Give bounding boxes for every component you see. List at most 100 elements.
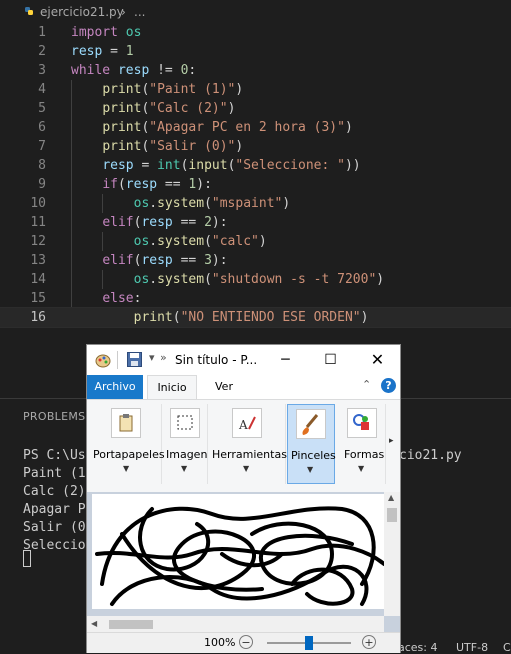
vertical-scrollbar[interactable]: ▲ — [384, 492, 400, 616]
tab-ver[interactable]: Ver — [215, 375, 233, 399]
drawing-canvas[interactable] — [92, 494, 384, 609]
code-token: : — [188, 63, 197, 78]
scrollbar-thumb[interactable] — [387, 508, 397, 522]
status-encoding[interactable]: UTF-8 — [456, 641, 488, 654]
code-line[interactable]: 9 if(resp == 1): — [0, 175, 511, 194]
group-portapapeles[interactable]: Portapapeles ▼ — [91, 404, 165, 484]
code-token: "shutdown -s -t 7200" — [211, 272, 377, 287]
code-line[interactable]: 16 print("NO ENTIENDO ESE ORDEN") — [0, 307, 511, 328]
code-token: os — [133, 196, 150, 211]
code-token: system — [157, 196, 205, 211]
code-text: print("Paint (1)") — [71, 80, 243, 99]
group-herramientas[interactable]: A Herramientas ▼ — [209, 404, 287, 484]
code-line[interactable]: 13 elif(resp == 3): — [0, 251, 511, 270]
code-token: os — [125, 25, 142, 40]
code-token: "Calc (2)" — [149, 101, 228, 116]
scrollbar-thumb[interactable] — [109, 620, 153, 629]
code-text: print("Calc (2)") — [71, 99, 235, 118]
scroll-left-icon[interactable]: ◀ — [91, 619, 97, 628]
code-token: print — [102, 139, 142, 154]
group-formas[interactable]: Formas ▼ — [339, 404, 386, 484]
code-token: . — [149, 196, 158, 211]
horizontal-scrollbar[interactable]: ◀ — [87, 616, 384, 632]
tab-problems[interactable]: PROBLEMS — [23, 410, 85, 423]
line-number: 12 — [30, 234, 46, 249]
breadcrumb-more[interactable]: ... — [134, 5, 145, 19]
code-token: resp — [71, 44, 103, 59]
code-line[interactable]: 1 import os — [0, 23, 511, 42]
code-token: "mspaint" — [211, 196, 283, 211]
code-text: import os — [71, 23, 141, 42]
line-number: 4 — [38, 82, 46, 97]
code-line[interactable]: 10 os.system("mspaint") — [0, 194, 511, 213]
code-line[interactable]: 6 print("Apagar PC en 2 hora (3)") — [0, 118, 511, 137]
zoom-slider-thumb[interactable] — [305, 636, 313, 650]
title-bar[interactable]: ▾ » Sin título - P... ─ ☐ ✕ — [87, 345, 400, 375]
code-text: resp = 1 — [71, 42, 134, 61]
code-line[interactable]: 11 elif(resp == 2): — [0, 213, 511, 232]
line-number: 16 — [30, 310, 46, 325]
code-line[interactable]: 8 resp = int(input("Seleccione: ")) — [0, 156, 511, 175]
code-text: print("Apagar PC en 2 hora (3)") — [71, 118, 352, 137]
code-line[interactable]: 14 os.system("shutdown -s -t 7200") — [0, 270, 511, 289]
terminal-line: PS C:\Use — [23, 448, 94, 463]
code-token: resp — [125, 177, 158, 192]
help-icon[interactable]: ? — [381, 378, 396, 393]
breadcrumb-file[interactable]: ejercicio21.py — [40, 5, 124, 19]
code-text: os.system("calc") — [71, 232, 267, 251]
maximize-button[interactable]: ☐ — [308, 345, 353, 375]
terminal-line: Apagar PC — [23, 502, 94, 517]
code-line[interactable]: 7 print("Salir (0)") — [0, 137, 511, 156]
code-token: "calc" — [211, 234, 259, 249]
line-number: 14 — [30, 272, 46, 287]
code-line[interactable]: 5 print("Calc (2)") — [0, 99, 511, 118]
code-token: else — [102, 291, 134, 306]
qat-customize-icon[interactable]: ▾ — [149, 351, 155, 364]
code-token: ) — [227, 101, 236, 116]
code-token: print — [102, 101, 142, 116]
terminal-line: Seleccion — [23, 538, 94, 553]
zoom-out-button[interactable]: − — [239, 635, 253, 649]
scroll-up-icon[interactable]: ▲ — [388, 493, 394, 502]
qat-more-icon[interactable]: » — [160, 351, 167, 364]
line-number: 7 — [38, 139, 46, 154]
code-token: 2 — [204, 215, 212, 230]
ribbon-scroll-right-icon[interactable]: ▸ — [389, 436, 394, 446]
code-line[interactable]: 3 while resp != 0: — [0, 61, 511, 80]
code-text: print("NO ENTIENDO ESE ORDEN") — [71, 308, 369, 327]
code-token: ) — [258, 234, 267, 249]
group-imagen[interactable]: Imagen ▼ — [163, 404, 208, 484]
paint-status-bar: 100% − + — [87, 632, 400, 653]
group-pinceles[interactable]: Pinceles ▼ — [287, 404, 336, 484]
minimize-button[interactable]: ─ — [263, 345, 308, 375]
tab-archivo[interactable]: Archivo — [87, 375, 143, 399]
code-token: ( — [204, 234, 212, 249]
code-line[interactable]: 15 else: — [0, 289, 511, 308]
save-icon[interactable] — [127, 352, 142, 367]
breadcrumb-separator: › — [121, 5, 126, 19]
shapes-icon — [347, 408, 377, 438]
code-text: elif(resp == 3): — [71, 251, 227, 270]
chevron-down-icon: ▼ — [358, 464, 365, 473]
tab-inicio[interactable]: Inicio — [147, 375, 197, 399]
zoom-in-button[interactable]: + — [362, 635, 376, 649]
code-token: input — [188, 158, 228, 173]
code-editor[interactable]: 1 import os 2 resp = 1 3 while resp != 0: 4 pr… — [0, 23, 511, 333]
terminal-line: Calc (2) — [23, 484, 86, 499]
code-line[interactable]: 4 print("Paint (1)") — [0, 80, 511, 99]
code-line[interactable]: 2 resp = 1 — [0, 42, 511, 61]
code-token: == — [172, 215, 205, 230]
status-extra[interactable]: C — [503, 641, 511, 654]
code-token: ) — [235, 82, 244, 97]
close-button[interactable]: ✕ — [355, 345, 400, 375]
code-token: system — [157, 272, 205, 287]
qat-separator — [117, 351, 118, 369]
ribbon-tabs: Archivo Inicio Ver ⌃ ? — [87, 375, 400, 399]
ribbon-collapse-icon[interactable]: ⌃ — [362, 378, 371, 391]
code-line[interactable]: 12 os.system("calc") — [0, 232, 511, 251]
